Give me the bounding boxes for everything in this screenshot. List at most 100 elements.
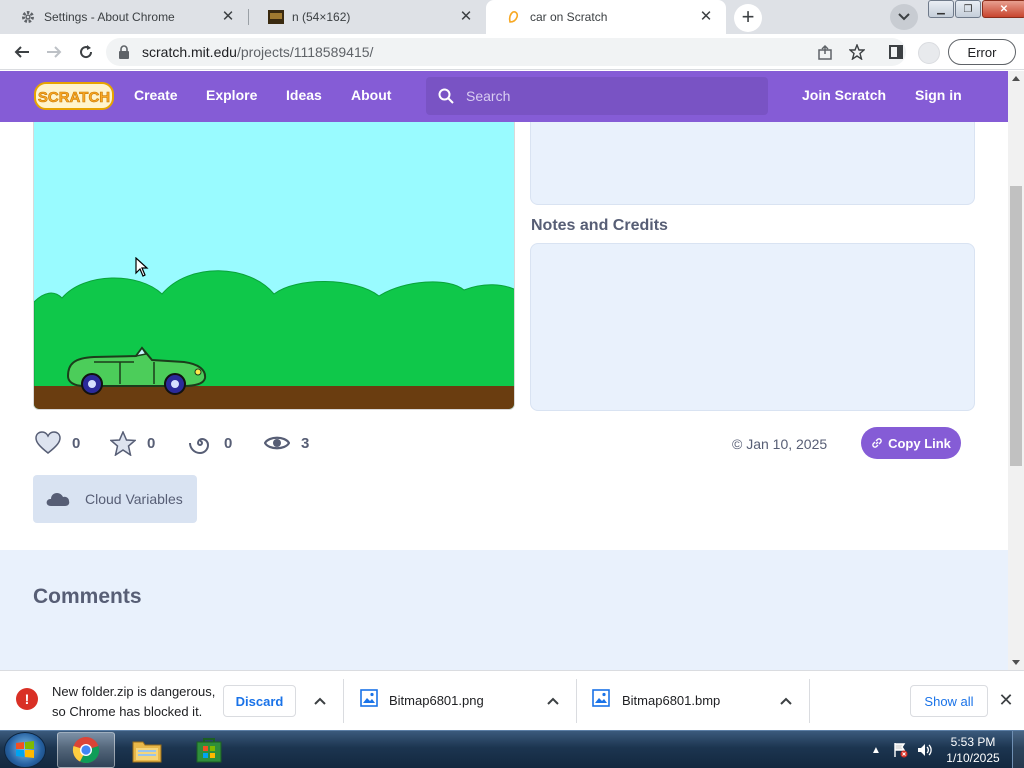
windows-taskbar: ▲ 5:53 PM 1/10/2025 (0, 730, 1024, 768)
action-center-flag-icon[interactable] (890, 740, 910, 760)
windows-logo-icon (16, 741, 34, 758)
download-item-bmp[interactable]: Bitmap6801.bmp (622, 693, 720, 708)
image-file-icon (592, 689, 610, 707)
volume-icon[interactable] (914, 740, 934, 760)
favorite-count: 0 (147, 434, 156, 452)
scratch-logo[interactable]: SCRATCH (34, 80, 114, 112)
share-icon[interactable] (816, 43, 834, 61)
system-clock[interactable]: 5:53 PM 1/10/2025 (938, 734, 1008, 766)
show-hidden-icons-chevron-up-icon[interactable]: ▲ (866, 740, 886, 760)
clock-time: 5:53 PM (950, 735, 996, 749)
page-scrollbar[interactable] (1008, 71, 1024, 670)
love-stat[interactable]: 0 (34, 429, 80, 457)
show-all-button[interactable]: Show all (910, 685, 988, 717)
reload-button[interactable] (74, 40, 98, 64)
taskbar-file-explorer[interactable] (118, 732, 176, 768)
shelf-separator (576, 679, 577, 723)
close-window-button[interactable]: ✕ (982, 0, 1024, 18)
show-desktop-button[interactable] (1012, 731, 1024, 768)
nav-create[interactable]: Create (134, 87, 178, 103)
address-bar[interactable]: scratch.mit.edu/projects/1118589415/ (106, 38, 906, 66)
sign-in-link[interactable]: Sign in (915, 87, 962, 103)
nav-about[interactable]: About (351, 87, 391, 103)
gear-icon (20, 9, 36, 25)
image-thumbnail-icon (268, 9, 284, 25)
cloud-icon (46, 493, 70, 506)
forward-button[interactable] (42, 40, 66, 64)
tab-title: n (54×162) (292, 10, 351, 24)
new-tab-button[interactable]: + (734, 4, 762, 32)
tab-car-on-scratch[interactable]: car on Scratch ✕ (486, 0, 726, 34)
error-button[interactable]: Error (948, 39, 1016, 65)
remix-count: 0 (224, 434, 233, 452)
browser-toolbar: scratch.mit.edu/projects/1118589415/ Err… (0, 34, 1024, 70)
warning-line-1: New folder.zip is dangerous, (52, 684, 216, 699)
chevron-down-icon (898, 13, 910, 21)
nav-explore[interactable]: Explore (206, 87, 257, 103)
remix-spiral-icon (186, 429, 214, 457)
lock-icon (118, 45, 130, 64)
notes-box (530, 243, 975, 411)
scroll-up-arrow[interactable] (1012, 76, 1020, 81)
taskbar-store[interactable] (180, 732, 238, 768)
tab-search-button[interactable] (890, 4, 918, 30)
love-count: 0 (72, 434, 81, 452)
back-button[interactable] (10, 40, 34, 64)
arrow-left-icon (14, 46, 29, 58)
nav-ideas[interactable]: Ideas (286, 87, 322, 103)
download-menu-chevron-up-icon[interactable] (310, 691, 330, 711)
page-viewport: SCRATCH Create Explore Ideas About Searc… (0, 71, 1008, 670)
taskbar-chrome[interactable] (57, 732, 115, 768)
project-stage[interactable] (33, 122, 515, 410)
url-path: /projects/1118589415/ (236, 44, 374, 60)
download-shelf: ! New folder.zip is dangerous, so Chrome… (0, 670, 1024, 730)
comments-heading: Comments (33, 585, 142, 608)
notes-heading: Notes and Credits (531, 217, 668, 234)
warning-icon: ! (16, 688, 38, 710)
close-tab-icon[interactable]: ✕ (698, 9, 714, 25)
file-explorer-icon (132, 741, 162, 763)
profile-avatar[interactable] (918, 42, 940, 64)
start-button[interactable] (4, 732, 46, 768)
remix-stat: 0 (186, 429, 232, 457)
tab-title: Settings - About Chrome (44, 10, 175, 24)
shelf-separator (809, 679, 810, 723)
download-warning: New folder.zip is dangerous, so Chrome h… (52, 682, 222, 722)
search-icon (438, 88, 454, 109)
logo-text: SCRATCH (38, 89, 110, 106)
instructions-box (530, 122, 975, 205)
restore-button[interactable]: ❐ (955, 0, 981, 18)
url-text: scratch.mit.edu/projects/1118589415/ (142, 44, 373, 60)
close-tab-icon[interactable]: ✕ (458, 9, 474, 25)
link-icon (872, 438, 882, 448)
system-tray: ▲ (866, 731, 938, 768)
tab-title: car on Scratch (530, 10, 608, 24)
scroll-thumb[interactable] (1010, 186, 1022, 466)
discard-button[interactable]: Discard (223, 685, 296, 717)
close-tab-icon[interactable]: ✕ (220, 9, 236, 25)
favorite-stat[interactable]: 0 (109, 429, 155, 457)
shelf-separator (343, 679, 344, 723)
scratch-navbar: SCRATCH Create Explore Ideas About Searc… (0, 71, 1008, 122)
search-input[interactable]: Search (426, 77, 768, 115)
download-menu-chevron-up-icon[interactable] (776, 691, 796, 711)
close-shelf-icon[interactable]: ✕ (996, 690, 1016, 710)
minimize-button[interactable]: ▁ (928, 0, 954, 18)
side-panel-icon[interactable] (886, 42, 906, 62)
cloud-variables-badge: Cloud Variables (33, 475, 197, 523)
copy-link-button[interactable]: Copy Link (861, 427, 961, 459)
cloud-variables-label: Cloud Variables (85, 491, 183, 507)
project-area: Notes and Credits 0 0 0 3 © Jan 10, 2025… (0, 122, 1008, 550)
star-outline-icon (109, 429, 137, 457)
star-icon[interactable] (848, 43, 866, 61)
stage-ground (34, 386, 514, 409)
tab-settings-about-chrome[interactable]: Settings - About Chrome ✕ (0, 0, 248, 34)
tab-image[interactable]: n (54×162) ✕ (248, 0, 486, 34)
join-scratch-link[interactable]: Join Scratch (802, 87, 886, 103)
download-menu-chevron-up-icon[interactable] (543, 691, 563, 711)
scratch-cat-icon (506, 9, 522, 25)
search-placeholder: Search (466, 88, 511, 104)
arrow-right-icon (47, 46, 62, 58)
download-item-png[interactable]: Bitmap6801.png (389, 693, 484, 708)
scroll-down-arrow[interactable] (1012, 660, 1020, 665)
